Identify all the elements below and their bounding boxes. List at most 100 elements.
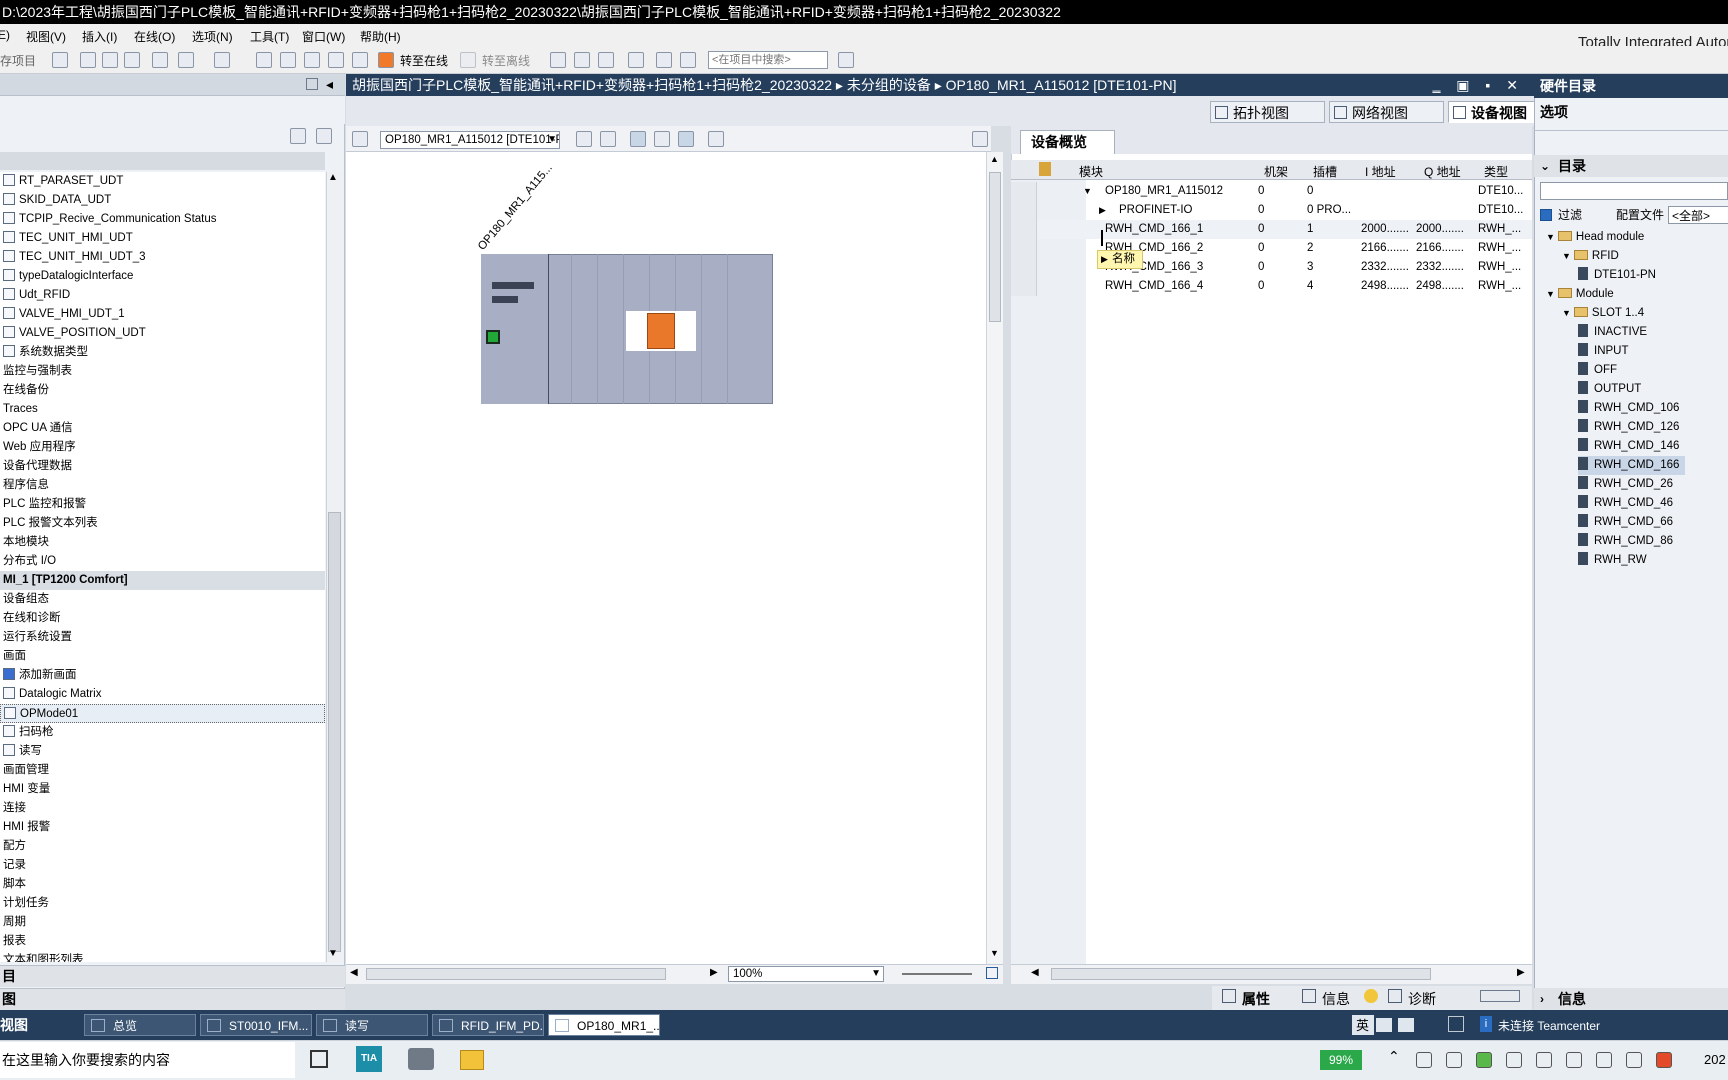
tree-item[interactable]: 脚本	[0, 875, 325, 894]
split-horizontal-icon[interactable]	[656, 52, 672, 68]
tab-diagnostics[interactable]: 诊断	[1408, 989, 1436, 1009]
undo-icon[interactable]	[178, 52, 194, 68]
menu-online[interactable]: 在线(O)	[134, 28, 175, 45]
cell-module[interactable]: OP180_MR1_A115012	[1105, 182, 1223, 201]
stop-icon[interactable]	[352, 52, 368, 68]
split-vertical-icon[interactable]	[680, 52, 696, 68]
catalog-item[interactable]: ▼ Module	[1546, 285, 1614, 304]
cross-reference-icon[interactable]	[574, 52, 590, 68]
tree-item[interactable]: 连接	[0, 799, 325, 818]
scroll-down-icon[interactable]: ▼	[990, 948, 999, 958]
scroll-thumb[interactable]	[328, 512, 341, 952]
tree-item[interactable]: 设备组态	[0, 590, 325, 609]
tab-st0010[interactable]: ST0010_IFM...	[200, 1014, 312, 1036]
tree-item[interactable]: OPMode01	[0, 704, 325, 723]
go-offline-button[interactable]: 转至离线	[482, 52, 530, 69]
cell-module[interactable]: PROFINET-IO	[1119, 201, 1192, 220]
menu-window[interactable]: 窗口(W)	[302, 28, 345, 45]
tab-topology-view[interactable]: 拓扑视图	[1210, 101, 1325, 123]
tree-item[interactable]: 添加新画面	[0, 666, 325, 685]
menu-help[interactable]: 帮助(H)	[360, 28, 401, 45]
expand-down-icon[interactable]: ▼	[1562, 251, 1571, 261]
ime-shirt-icon[interactable]	[1376, 1018, 1392, 1032]
tree-item[interactable]: OPC UA 通信	[0, 419, 325, 438]
page-break-icon[interactable]	[678, 131, 694, 147]
battery-icon[interactable]	[1506, 1052, 1522, 1068]
network-tray-icon[interactable]	[1416, 1052, 1432, 1068]
upload-icon[interactable]	[304, 52, 320, 68]
microphone-icon[interactable]	[1446, 1052, 1462, 1068]
app-tray-icon[interactable]	[1476, 1052, 1492, 1068]
catalog-item[interactable]: RWH_CMD_126	[1578, 418, 1679, 437]
overview-row[interactable]: RWH_CMD_166_2 0 2 2166....... 2166....... RWH…	[1011, 239, 1532, 258]
catalog-options[interactable]: 选项	[1534, 98, 1728, 126]
zoom-icon[interactable]	[708, 131, 724, 147]
tree-item[interactable]: HMI 变量	[0, 780, 325, 799]
tree-item[interactable]: typeDatalogicInterface	[0, 267, 325, 286]
head-module[interactable]	[481, 254, 549, 404]
grid-icon[interactable]	[654, 131, 670, 147]
scroll-left-icon[interactable]: ◀	[1031, 967, 1039, 978]
tree-item[interactable]: PLC 报警文本列表	[0, 514, 325, 533]
wifi-icon[interactable]	[1566, 1052, 1582, 1068]
pen-icon[interactable]	[1596, 1052, 1612, 1068]
filter-checkbox[interactable]	[1540, 209, 1552, 221]
catalog-item[interactable]: RWH_CMD_86	[1578, 532, 1673, 551]
download-icon[interactable]	[280, 52, 296, 68]
ime-settings-icon[interactable]	[1398, 1018, 1414, 1032]
device-select[interactable]: OP180_MR1_A115012 [DTE101-PN] ▼	[380, 131, 560, 149]
tab-readwrite[interactable]: 读写	[316, 1014, 428, 1036]
catalog-item[interactable]: ▼ SLOT 1..4	[1562, 304, 1644, 323]
expand-right-icon[interactable]: ▶	[1099, 201, 1106, 220]
tree-item[interactable]: 周期	[0, 913, 325, 932]
menu-tools[interactable]: 工具(T)	[250, 28, 289, 45]
scroll-right-icon[interactable]: ▶	[710, 967, 718, 978]
tree-item[interactable]: 画面管理	[0, 761, 325, 780]
tree-item[interactable]: 运行系统设置	[0, 628, 325, 647]
tree-item[interactable]: TEC_UNIT_HMI_UDT_3	[0, 248, 325, 267]
close-icon[interactable]	[628, 52, 644, 68]
tree-item[interactable]: TCPIP_Recive_Communication Status	[0, 210, 325, 229]
col-q-address[interactable]: Q 地址	[1424, 163, 1461, 180]
catalog-search-input[interactable]	[1540, 182, 1728, 200]
project-tree-scrollbar[interactable]: ▲ ▼	[326, 172, 342, 962]
details-view-bar[interactable]: 目	[0, 965, 345, 987]
tree-item[interactable]: VALVE_POSITION_UDT	[0, 324, 325, 343]
redo-icon[interactable]	[214, 52, 230, 68]
tree-item[interactable]: Datalogic Matrix	[0, 685, 325, 704]
tree-item[interactable]: Udt_RFID	[0, 286, 325, 305]
menu-view[interactable]: 视图(V)	[26, 28, 66, 45]
tree-item[interactable]: 本地模块	[0, 533, 325, 552]
tree-item[interactable]: Web 应用程序	[0, 438, 325, 457]
cell-module[interactable]: RWH_CMD_166_4	[1105, 277, 1203, 296]
catalog-info-bar[interactable]: › 信息	[1534, 988, 1728, 1010]
scroll-up-icon[interactable]: ▲	[328, 172, 338, 183]
accessible-devices-icon[interactable]	[550, 52, 566, 68]
tree-item[interactable]: 计划任务	[0, 894, 325, 913]
tree-item[interactable]: 在线备份	[0, 381, 325, 400]
expand-down-icon[interactable]: ▼	[1546, 232, 1555, 242]
tree-item[interactable]: 分布式 I/O	[0, 552, 325, 571]
catalog-item[interactable]: RWH_CMD_106	[1578, 399, 1679, 418]
col-rack[interactable]: 机架	[1264, 163, 1288, 180]
scroll-thumb[interactable]	[989, 172, 1001, 322]
panel-controls-icon[interactable]	[1480, 990, 1520, 1002]
catalog-item[interactable]: RWH_RW	[1578, 551, 1647, 570]
tab-op180[interactable]: OP180_MR1_...	[548, 1014, 660, 1036]
tree-item[interactable]: SKID_DATA_UDT	[0, 191, 325, 210]
cut-icon[interactable]	[80, 52, 96, 68]
tree-item[interactable]: 设备代理数据	[0, 457, 325, 476]
chevron-up-icon[interactable]: ⌃	[1388, 1048, 1400, 1065]
port-icon[interactable]	[486, 330, 500, 344]
zoom-select[interactable]: 100% ▼	[728, 966, 884, 982]
catalog-item[interactable]: DTE101-PN	[1578, 266, 1656, 285]
overview-row[interactable]: RWH_CMD_166_1 0 1 2000....... 2000....... RWH…	[1011, 220, 1532, 239]
save-project-button[interactable]: 存项目	[0, 52, 36, 69]
copy-icon[interactable]	[102, 52, 118, 68]
tab-overview[interactable]: 总览	[84, 1014, 196, 1036]
simulation-icon[interactable]	[328, 52, 344, 68]
tree-item[interactable]: 报表	[0, 932, 325, 951]
tab-device-overview[interactable]: 设备概览	[1020, 130, 1115, 154]
tree-item[interactable]: MI_1 [TP1200 Comfort]	[0, 571, 325, 590]
volume-icon[interactable]	[1536, 1052, 1552, 1068]
